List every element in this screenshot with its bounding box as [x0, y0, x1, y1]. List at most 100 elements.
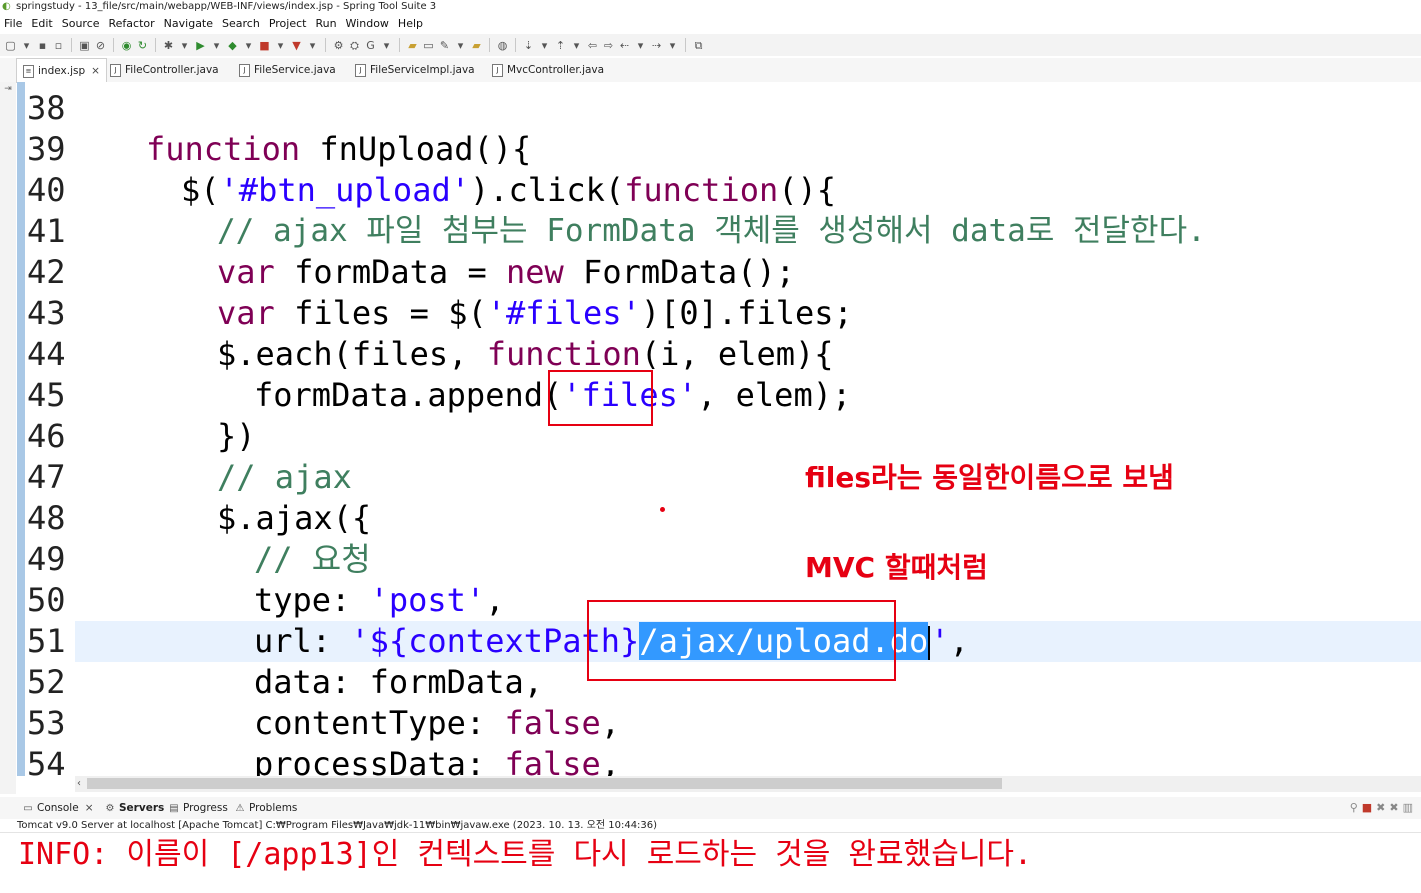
tab-filecontroller-java[interactable]: J FileController.java [104, 58, 225, 82]
line-number: 53 [27, 704, 66, 742]
dropdown-arrow-icon[interactable]: ▾ [210, 39, 223, 52]
tab-problems[interactable]: ⚠ Problems [234, 797, 298, 820]
tab-index-jsp[interactable]: ≡ index.jsp × [16, 58, 107, 83]
dropdown-arrow-icon[interactable]: ▾ [570, 39, 583, 52]
line-number: 41 [27, 212, 66, 250]
line-number: 42 [27, 253, 66, 291]
dropdown-arrow-icon[interactable]: ▾ [538, 39, 551, 52]
left-trim-bar: ⇥ [0, 82, 16, 794]
code-line: 40 $('#btn_upload').click(function(){ [25, 170, 1421, 211]
outline-icon[interactable]: ⇥ [0, 84, 16, 94]
code-text: ).click( [469, 171, 625, 209]
menu-window[interactable]: Window [342, 15, 394, 32]
terminate-icon[interactable]: ■ [1362, 801, 1376, 814]
run-external-icon[interactable]: ◆ [226, 39, 239, 52]
line-number: 47 [27, 458, 66, 496]
editor-horizontal-scrollbar[interactable]: ‹ [75, 776, 1421, 792]
close-icon[interactable]: × [91, 65, 100, 77]
run-icon[interactable]: ▶ [194, 39, 207, 52]
next-edit-icon[interactable]: ⇨ [602, 39, 615, 52]
back-icon[interactable]: ⇠ [618, 39, 631, 52]
editor-ruler [17, 82, 25, 776]
java-file-icon: J [492, 63, 503, 77]
forward-icon[interactable]: ⇢ [650, 39, 663, 52]
tab-mvccontroller-java[interactable]: J MvcController.java [486, 58, 610, 82]
menu-project[interactable]: Project [265, 15, 312, 32]
tab-fileservice-java[interactable]: J FileService.java [233, 58, 342, 82]
refresh-icon[interactable]: ↻ [136, 39, 149, 52]
dropdown-arrow-icon[interactable]: ▾ [274, 39, 287, 52]
code-line: 46 }) [25, 416, 1421, 457]
code-text: , [600, 704, 621, 742]
menu-refactor[interactable]: Refactor [105, 15, 160, 32]
tab-progress[interactable]: ▤ Progress [168, 797, 228, 820]
console-tab-bar: ▭ Console × ⚙ Servers ▤ Progress ⚠ Problems ⚲… [0, 797, 1421, 819]
tab-console[interactable]: ▭ Console × [22, 797, 94, 820]
maximize-icon[interactable]: ⧉ [692, 39, 705, 52]
toolbar-separator [325, 38, 326, 52]
java-file-icon: J [355, 63, 366, 77]
keyword: function [146, 130, 301, 168]
remove-launch-icon[interactable]: ✖ [1376, 801, 1389, 814]
next-annotation-icon[interactable]: ⇣ [522, 39, 535, 52]
code-comment: // ajax 파일 첨부는 FormData 객체를 생성해서 data로 전… [217, 213, 1206, 249]
toolbar-separator [155, 38, 156, 52]
string-literal: '#btn_upload' [219, 171, 470, 209]
scroll-left-icon[interactable]: ‹ [77, 776, 81, 792]
dropdown-arrow-icon[interactable]: ▾ [178, 39, 191, 52]
scrollbar-thumb[interactable] [87, 778, 1002, 789]
tab-fileserviceimpl-java[interactable]: J FileServiceImpl.java [349, 58, 481, 82]
code-text: , [949, 622, 969, 660]
search-globe-icon[interactable]: ◍ [496, 39, 509, 52]
debug-icon[interactable]: ✱ [162, 39, 175, 52]
code-comment: // 요청 [254, 540, 371, 578]
window-title-bar: ◐ springstudy - 13_file/src/main/webapp/W… [0, 0, 1421, 14]
menu-run[interactable]: Run [311, 15, 341, 32]
last-edit-location-icon[interactable]: ⇦ [586, 39, 599, 52]
remove-all-icon[interactable]: ✖ [1389, 801, 1402, 814]
tab-servers[interactable]: ⚙ Servers [104, 797, 165, 820]
new-spring-project-icon[interactable]: ⚙ [332, 39, 345, 52]
open-type-icon[interactable]: G [364, 39, 377, 52]
close-icon[interactable]: × [85, 802, 94, 814]
menu-help[interactable]: Help [394, 15, 428, 32]
code-text: (){ [778, 171, 837, 209]
dropdown-arrow-icon[interactable]: ▾ [306, 39, 319, 52]
menu-source[interactable]: Source [58, 15, 105, 32]
terminal-icon[interactable]: ▣ [78, 39, 91, 52]
pen-icon[interactable]: ✎ [438, 39, 451, 52]
open-folder-icon[interactable]: ▰ [406, 39, 419, 52]
dropdown-arrow-icon[interactable]: ▾ [20, 39, 33, 52]
save-icon[interactable]: ▪ [36, 39, 49, 52]
stop-icon[interactable]: ◉ [120, 39, 133, 52]
save-all-icon[interactable]: ▫ [52, 39, 65, 52]
menu-navigate[interactable]: Navigate [160, 15, 218, 32]
skip-breakpoints-icon[interactable]: ⊘ [94, 39, 107, 52]
console-icon: ▭ [23, 803, 33, 814]
string-literal: 'post' [369, 581, 486, 619]
dropdown-arrow-icon[interactable]: ▾ [666, 39, 679, 52]
line-number: 48 [27, 499, 66, 537]
code-line: 43 var files = $('#files')[0].files; [25, 293, 1421, 334]
deploy-icon[interactable]: ▼ [290, 39, 303, 52]
open-task-icon[interactable]: ▭ [422, 39, 435, 52]
string-literal: ' [930, 622, 950, 660]
dropdown-arrow-icon[interactable]: ▾ [242, 39, 255, 52]
previous-annotation-icon[interactable]: ⇡ [554, 39, 567, 52]
menu-edit[interactable]: Edit [27, 15, 57, 32]
pin-icon[interactable]: ⚲ [1350, 801, 1362, 814]
code-text: , [600, 745, 621, 776]
open-perspective-icon[interactable]: ▰ [470, 39, 483, 52]
code-text: processData: [254, 745, 505, 776]
new-bean-icon[interactable]: ⛭ [348, 39, 361, 52]
new-file-icon[interactable]: ▢ [4, 39, 17, 52]
tab-label: Console [37, 802, 79, 814]
dropdown-arrow-icon[interactable]: ▾ [454, 39, 467, 52]
stop-server-icon[interactable]: ■ [258, 39, 271, 52]
menu-file[interactable]: File [0, 15, 27, 32]
dropdown-arrow-icon[interactable]: ▾ [380, 39, 393, 52]
code-text: $.each(files, [217, 335, 487, 373]
scroll-lock-icon[interactable]: ▥ [1403, 801, 1417, 814]
menu-search[interactable]: Search [218, 15, 265, 32]
dropdown-arrow-icon[interactable]: ▾ [634, 39, 647, 52]
